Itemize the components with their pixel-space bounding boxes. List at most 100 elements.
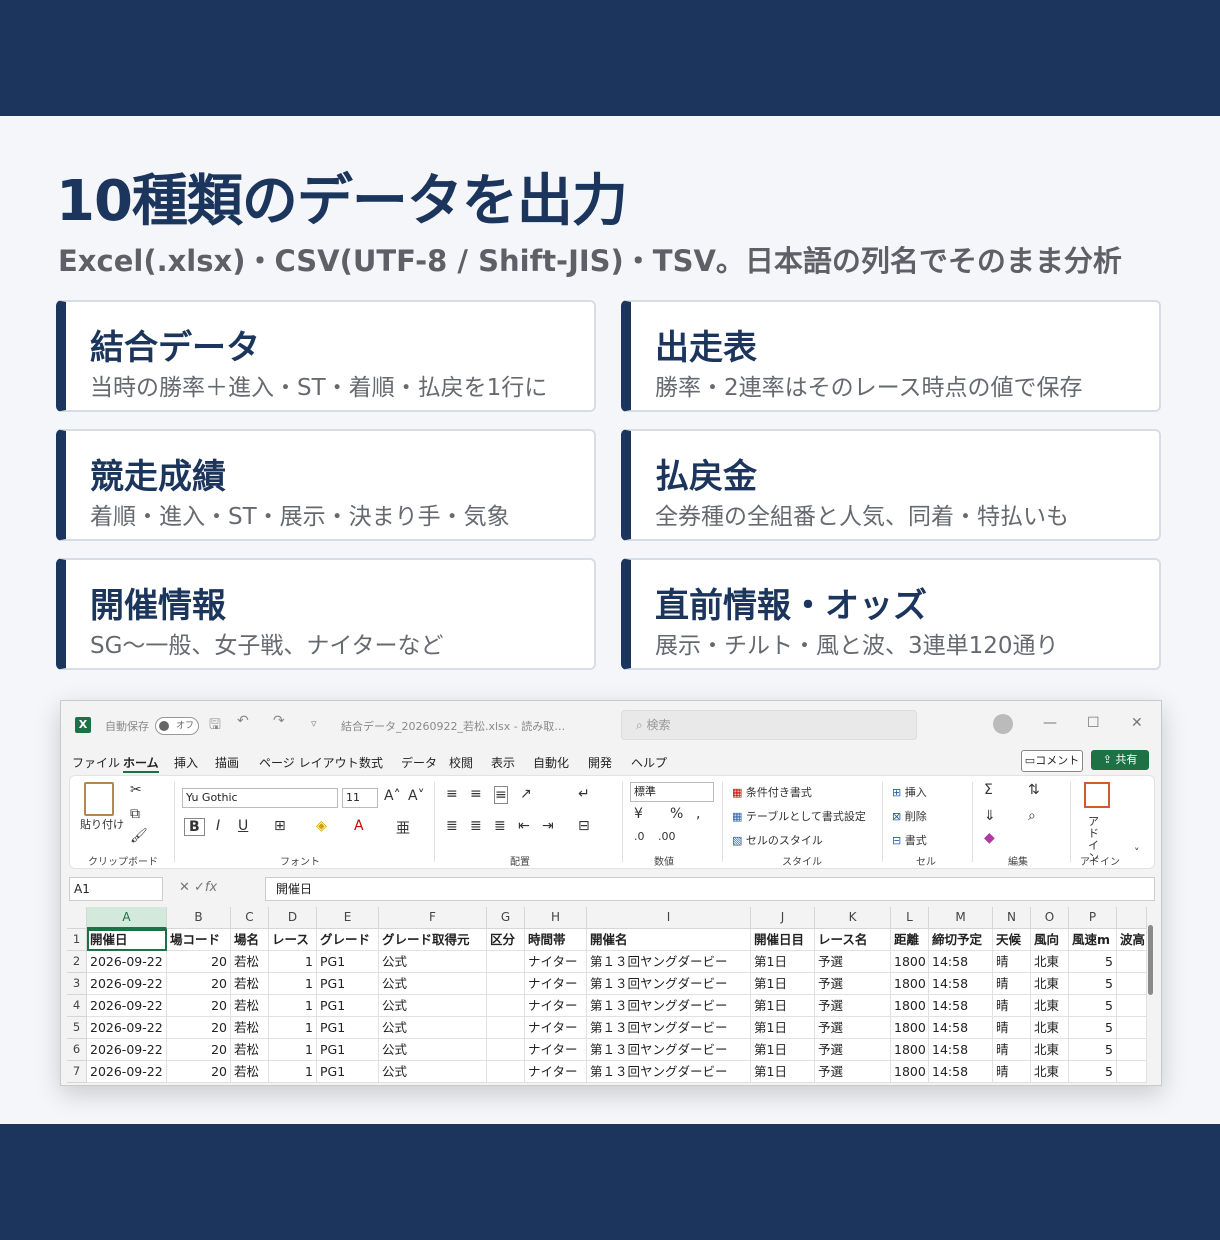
addins-icon[interactable] xyxy=(1084,782,1110,808)
row-number[interactable]: 7 xyxy=(67,1061,87,1083)
table-cell[interactable]: 北東 xyxy=(1031,951,1069,973)
table-cell[interactable]: 第1日 xyxy=(751,973,815,995)
table-cell[interactable]: 公式 xyxy=(379,1039,487,1061)
tab-file[interactable]: ファイル xyxy=(72,754,120,771)
copy-icon[interactable]: ⧉ xyxy=(130,806,140,822)
table-cell[interactable]: ナイター xyxy=(525,1039,587,1061)
sort-filter-icon[interactable]: ⇅ xyxy=(1028,782,1040,798)
table-cell[interactable]: 北東 xyxy=(1031,973,1069,995)
insert-cells-button[interactable]: ⊞ 挿入 xyxy=(892,784,927,800)
header-cell[interactable]: 波高 xyxy=(1117,929,1147,951)
header-cell[interactable]: レース名 xyxy=(815,929,891,951)
table-cell[interactable]: PG1 xyxy=(317,973,379,995)
table-cell[interactable]: 第１３回ヤングダービー xyxy=(587,1017,751,1039)
column-header[interactable]: B xyxy=(167,907,231,929)
header-cell[interactable]: 開催日目 xyxy=(751,929,815,951)
header-cell[interactable]: 天候 xyxy=(993,929,1031,951)
redo-icon[interactable]: ↷ xyxy=(273,713,285,729)
table-cell[interactable]: 晴 xyxy=(993,973,1031,995)
fill-icon[interactable]: ⇓ xyxy=(984,808,996,824)
table-cell[interactable] xyxy=(1117,995,1147,1017)
table-cell[interactable]: 若松 xyxy=(231,973,269,995)
phonetic-icon[interactable]: 亜 xyxy=(396,818,410,838)
tab-formulas[interactable]: 数式 xyxy=(359,754,383,771)
row-number[interactable]: 3 xyxy=(67,973,87,995)
header-cell[interactable]: 区分 xyxy=(487,929,525,951)
column-header[interactable]: A xyxy=(87,907,167,929)
clear-icon[interactable]: ◆ xyxy=(984,830,995,846)
table-cell[interactable]: 若松 xyxy=(231,1061,269,1083)
decrease-indent-icon[interactable]: ⇤ xyxy=(518,818,530,834)
header-cell[interactable]: 締切予定 xyxy=(929,929,993,951)
row-number[interactable]: 1 xyxy=(67,929,87,951)
tab-data[interactable]: データ xyxy=(401,754,437,771)
table-cell[interactable]: 予選 xyxy=(815,995,891,1017)
table-cell[interactable]: 北東 xyxy=(1031,1039,1069,1061)
table-cell[interactable]: 1800 xyxy=(891,951,929,973)
column-header[interactable]: G xyxy=(487,907,525,929)
autosave-toggle[interactable]: オフ xyxy=(155,717,199,735)
table-cell[interactable]: 北東 xyxy=(1031,995,1069,1017)
bold-icon[interactable]: B xyxy=(184,818,205,836)
tab-insert[interactable]: 挿入 xyxy=(174,754,198,771)
header-cell[interactable]: 場コード xyxy=(167,929,231,951)
font-size-select[interactable]: 11 xyxy=(342,788,378,808)
table-cell[interactable]: 予選 xyxy=(815,973,891,995)
row-number[interactable]: 2 xyxy=(67,951,87,973)
format-painter-icon[interactable]: 🖌 xyxy=(130,828,148,844)
currency-icon[interactable]: ¥ xyxy=(634,806,643,822)
column-header[interactable]: F xyxy=(379,907,487,929)
column-header[interactable]: O xyxy=(1031,907,1069,929)
table-cell[interactable]: 2026-09-22 xyxy=(87,995,167,1017)
table-cell[interactable]: 公式 xyxy=(379,951,487,973)
table-cell[interactable]: 5 xyxy=(1069,973,1117,995)
table-cell[interactable]: 2026-09-22 xyxy=(87,1017,167,1039)
table-cell[interactable]: 2026-09-22 xyxy=(87,1039,167,1061)
share-button[interactable]: ⇪ 共有 xyxy=(1091,750,1149,770)
header-cell[interactable]: 開催日 xyxy=(87,929,167,951)
collapse-ribbon-icon[interactable]: ˅ xyxy=(1134,846,1140,859)
table-cell[interactable]: 若松 xyxy=(231,1039,269,1061)
name-box[interactable]: A1 xyxy=(69,877,163,901)
table-cell[interactable]: 第１３回ヤングダービー xyxy=(587,1061,751,1083)
table-cell[interactable]: 14:58 xyxy=(929,1061,993,1083)
row-number[interactable]: 6 xyxy=(67,1039,87,1061)
table-cell[interactable] xyxy=(1117,1017,1147,1039)
row-number[interactable]: 4 xyxy=(67,995,87,1017)
save-icon[interactable]: 🖫 xyxy=(209,714,221,738)
header-cell[interactable]: 時間帯 xyxy=(525,929,587,951)
table-cell[interactable]: 20 xyxy=(167,951,231,973)
table-cell[interactable]: 第１３回ヤングダービー xyxy=(587,1039,751,1061)
align-top-icon[interactable]: ≡ xyxy=(446,786,458,802)
column-header[interactable]: K xyxy=(815,907,891,929)
table-cell[interactable]: 第１３回ヤングダービー xyxy=(587,951,751,973)
table-cell[interactable]: 若松 xyxy=(231,995,269,1017)
shrink-font-icon[interactable]: A˅ xyxy=(408,788,425,804)
fx-icon[interactable]: ✕ ✓ fx xyxy=(179,877,259,899)
scrollbar-thumb[interactable] xyxy=(1148,925,1153,995)
table-cell[interactable]: 1 xyxy=(269,995,317,1017)
table-cell[interactable] xyxy=(1117,951,1147,973)
table-cell[interactable]: ナイター xyxy=(525,973,587,995)
table-cell[interactable]: 1 xyxy=(269,973,317,995)
decrease-decimal-icon[interactable]: .00 xyxy=(658,830,676,843)
table-cell[interactable]: 公式 xyxy=(379,1017,487,1039)
table-cell[interactable] xyxy=(487,1039,525,1061)
header-cell[interactable]: グレード取得元 xyxy=(379,929,487,951)
table-cell[interactable]: 1800 xyxy=(891,995,929,1017)
delete-cells-button[interactable]: ⊠ 削除 xyxy=(892,808,927,824)
column-header[interactable]: E xyxy=(317,907,379,929)
table-cell[interactable]: 若松 xyxy=(231,1017,269,1039)
autosum-icon[interactable]: Σ xyxy=(984,782,993,798)
close-icon[interactable]: ✕ xyxy=(1131,715,1143,731)
header-cell[interactable]: レース xyxy=(269,929,317,951)
search-input[interactable]: ⌕ 検索 xyxy=(621,710,917,740)
select-all-corner[interactable] xyxy=(67,907,87,929)
align-right-icon[interactable]: ≣ xyxy=(494,818,506,834)
tab-automate[interactable]: 自動化 xyxy=(533,754,569,771)
align-bottom-icon[interactable]: ≡ xyxy=(494,786,508,804)
table-cell[interactable]: 予選 xyxy=(815,951,891,973)
column-header[interactable]: P xyxy=(1069,907,1117,929)
tab-draw[interactable]: 描画 xyxy=(215,754,239,771)
table-cell[interactable]: 14:58 xyxy=(929,973,993,995)
